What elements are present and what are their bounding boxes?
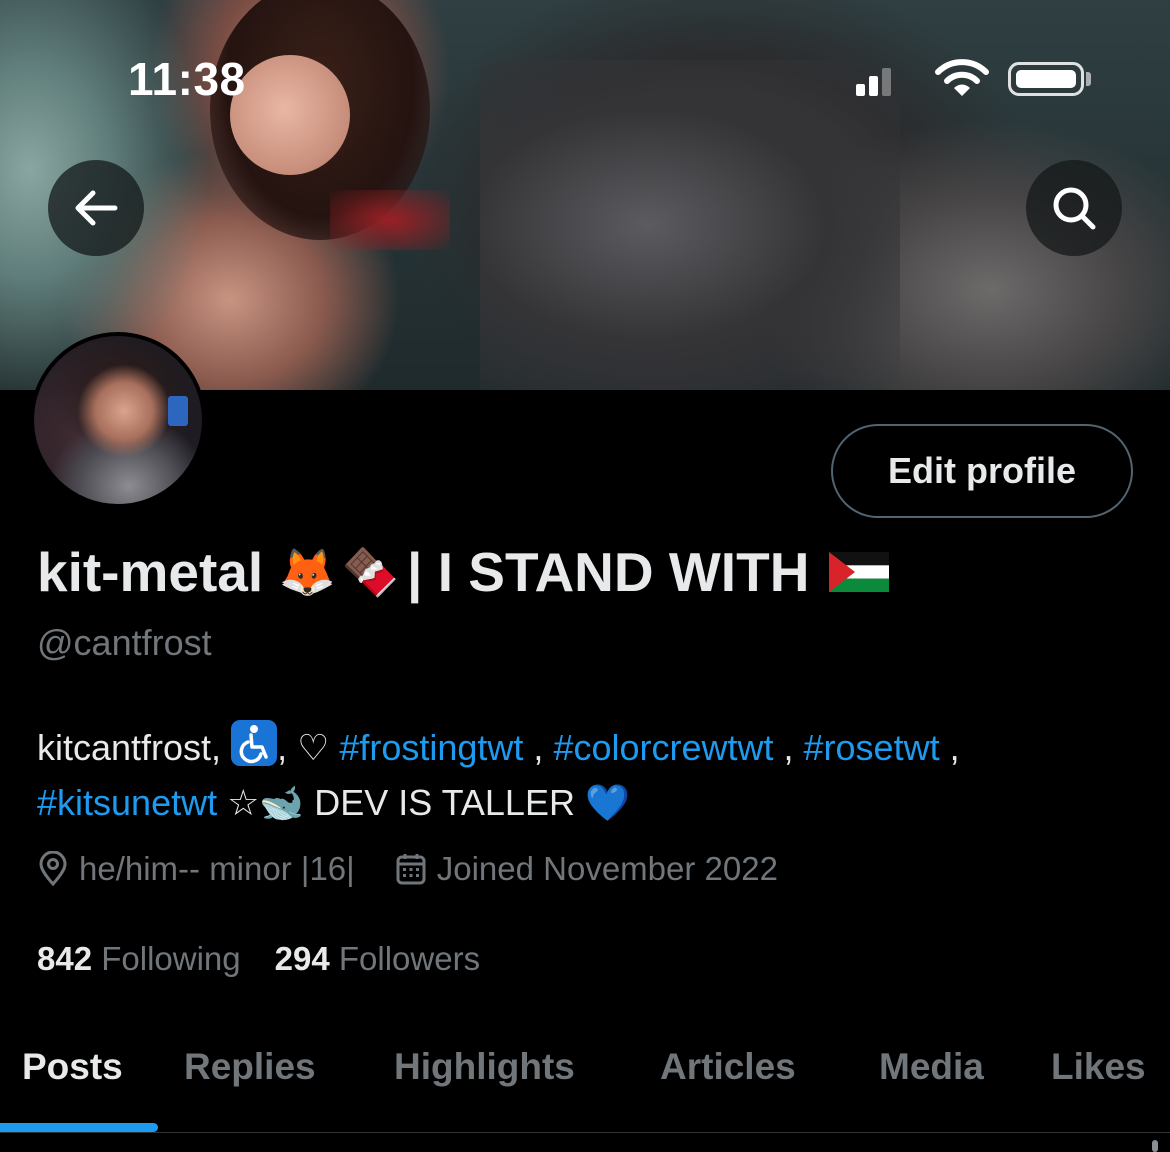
display-name-text: kit-metal	[37, 541, 279, 603]
cellular-signal-icon	[856, 60, 896, 96]
display-name-text-suffix: | I STAND WITH	[407, 541, 825, 603]
arrow-left-icon	[75, 190, 118, 226]
bio-text: ☆🐋 DEV IS TALLER	[217, 782, 585, 823]
tab-highlights[interactable]: Highlights	[394, 1046, 575, 1088]
hashtag-link[interactable]: #rosetwt	[804, 727, 940, 768]
avatar-image-accent	[168, 396, 188, 426]
joined-date-text: Joined November 2022	[436, 850, 778, 887]
location-text: he/him-- minor |16|	[79, 850, 355, 887]
search-button[interactable]	[1026, 160, 1122, 256]
hashtag-link[interactable]: #kitsunetwt	[37, 782, 217, 823]
fox-emoji: 🦊	[278, 545, 336, 598]
wifi-icon	[935, 59, 989, 96]
location-item: he/him-- minor |16|	[37, 850, 355, 888]
tab-replies[interactable]: Replies	[184, 1046, 316, 1088]
back-button[interactable]	[48, 160, 144, 256]
bio-separator: ,	[773, 727, 804, 768]
profile-meta: he/him-- minor |16| Joined November 2022	[37, 850, 818, 888]
scrollbar[interactable]	[1152, 1140, 1158, 1152]
active-tab-indicator	[0, 1123, 158, 1132]
following-label: Following	[101, 940, 241, 977]
banner-image-face	[230, 55, 350, 175]
battery-icon	[1008, 62, 1084, 96]
hashtag-link[interactable]: #colorcrewtwt	[553, 727, 773, 768]
battery-nub	[1086, 72, 1091, 86]
tab-media[interactable]: Media	[879, 1046, 984, 1088]
tab-divider	[0, 1132, 1170, 1133]
profile-tabs: Posts Replies Highlights Articles Media …	[0, 1040, 1170, 1132]
palestine-flag-icon	[828, 552, 889, 592]
joined-date-item: Joined November 2022	[395, 850, 778, 888]
calendar-icon	[396, 854, 426, 885]
status-bar-time: 11:38	[128, 53, 246, 105]
bio-separator: ,	[523, 727, 554, 768]
followers-label: Followers	[338, 940, 481, 977]
blue-heart-emoji: 💙	[584, 782, 630, 823]
follow-counts: 842 Following 294 Followers	[37, 940, 514, 978]
display-name: kit-metal 🦊 🍫 | I STAND WITH	[37, 540, 889, 604]
tab-articles[interactable]: Articles	[660, 1046, 796, 1088]
search-icon	[1053, 187, 1096, 230]
avatar[interactable]	[30, 332, 206, 508]
tab-posts[interactable]: Posts	[22, 1046, 123, 1088]
wheelchair-symbol-icon	[231, 720, 278, 766]
edit-profile-button[interactable]: Edit profile	[831, 424, 1133, 518]
following-count: 842	[37, 940, 93, 977]
tab-likes[interactable]: Likes	[1051, 1046, 1146, 1088]
followers-link[interactable]: 294 Followers	[275, 940, 480, 978]
hashtag-link[interactable]: #frostingtwt	[339, 727, 523, 768]
followers-count: 294	[274, 940, 330, 977]
banner-image-dress	[480, 60, 900, 390]
chocolate-emoji: 🍫	[341, 545, 400, 598]
bio-separator: ,	[939, 727, 970, 768]
profile-bio: kitcantfrost, , ♡ #frostingtwt , #colorc…	[37, 720, 1147, 830]
bio-text: kitcantfrost,	[37, 727, 232, 768]
profile-banner[interactable]: 11:38	[0, 0, 1170, 390]
user-handle: @cantfrost	[37, 622, 212, 663]
location-pin-icon	[39, 851, 67, 887]
following-link[interactable]: 842 Following	[37, 940, 241, 978]
banner-image-accent	[330, 190, 450, 250]
bio-text: , ♡	[277, 727, 340, 768]
